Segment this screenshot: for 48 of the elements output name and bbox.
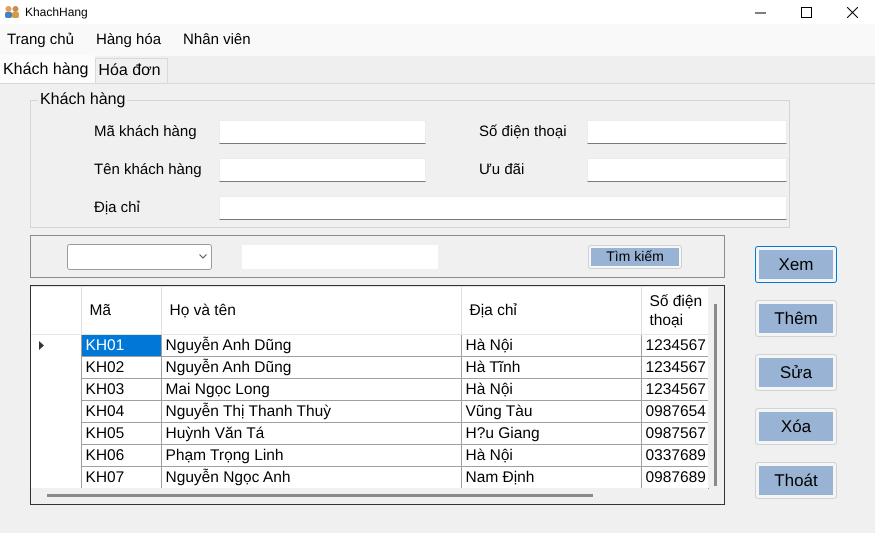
table-cell: Nguyễn Anh Dũng	[161, 334, 461, 356]
action-button[interactable]: Sửa	[755, 354, 837, 391]
menu-item[interactable]: Nhân viên	[183, 26, 251, 54]
maximize-icon[interactable]	[800, 6, 812, 18]
table-cell: Mai Ngọc Long	[161, 378, 461, 400]
app-icon	[4, 5, 20, 19]
window-title: KhachHang	[25, 4, 88, 21]
search-button[interactable]: Tìm kiếm	[588, 244, 682, 268]
action-button[interactable]: Xem	[755, 246, 837, 283]
table-cell: Huỳnh Văn Tá	[161, 422, 461, 444]
table-cell: KH05	[81, 422, 161, 444]
table-cell: Phạm Trọng Linh	[161, 444, 461, 466]
table-cell: KH04	[81, 400, 161, 422]
close-icon[interactable]	[846, 6, 858, 18]
input-field[interactable]	[219, 158, 426, 182]
field-label: Ưu đãi	[479, 160, 526, 180]
table-cell: Hà Nội	[461, 444, 641, 466]
menu-item[interactable]: Hàng hóa	[96, 26, 162, 54]
table-cell: Nguyễn Thị Thanh Thuỳ	[161, 400, 461, 422]
column-header[interactable]: Họ và tên	[161, 286, 461, 334]
menu-item[interactable]: Trang chủ	[7, 26, 74, 54]
table-cell: Nguyễn Anh Dũng	[161, 356, 461, 378]
caret-icon	[199, 254, 207, 259]
column-header[interactable]: Địa chỉ	[461, 286, 641, 334]
input-field[interactable]	[219, 120, 426, 144]
table-cell: Hà Nội	[461, 378, 641, 400]
table-cell: KH06	[81, 444, 161, 466]
group-title: Khách hàng	[38, 90, 128, 110]
table-cell: Vũng Tàu	[461, 400, 641, 422]
action-button[interactable]: Thoát	[755, 462, 837, 499]
table-cell: KH03	[81, 378, 161, 400]
field-label: Số điện thoại	[479, 122, 568, 142]
table-cell: KH01	[81, 334, 161, 356]
table-cell: KH02	[81, 356, 161, 378]
tab[interactable]: Khách hàng	[0, 55, 96, 83]
table-cell: H?u Giang	[461, 422, 641, 444]
field-label: Tên khách hàng	[94, 160, 203, 180]
table-cell: Hà Tĩnh	[461, 356, 641, 378]
field-label: Mã khách hàng	[94, 122, 198, 142]
input-field[interactable]	[587, 120, 787, 144]
action-button[interactable]: Xóa	[755, 408, 837, 445]
action-button[interactable]: Thêm	[755, 300, 837, 337]
field-label: Địa chỉ	[94, 198, 141, 218]
tab[interactable]: Hóa đơn	[95, 58, 168, 83]
input-field[interactable]	[587, 158, 787, 182]
table-cell: Hà Nội	[461, 334, 641, 356]
dropdown-field[interactable]	[67, 244, 212, 270]
input-field[interactable]	[219, 196, 787, 220]
